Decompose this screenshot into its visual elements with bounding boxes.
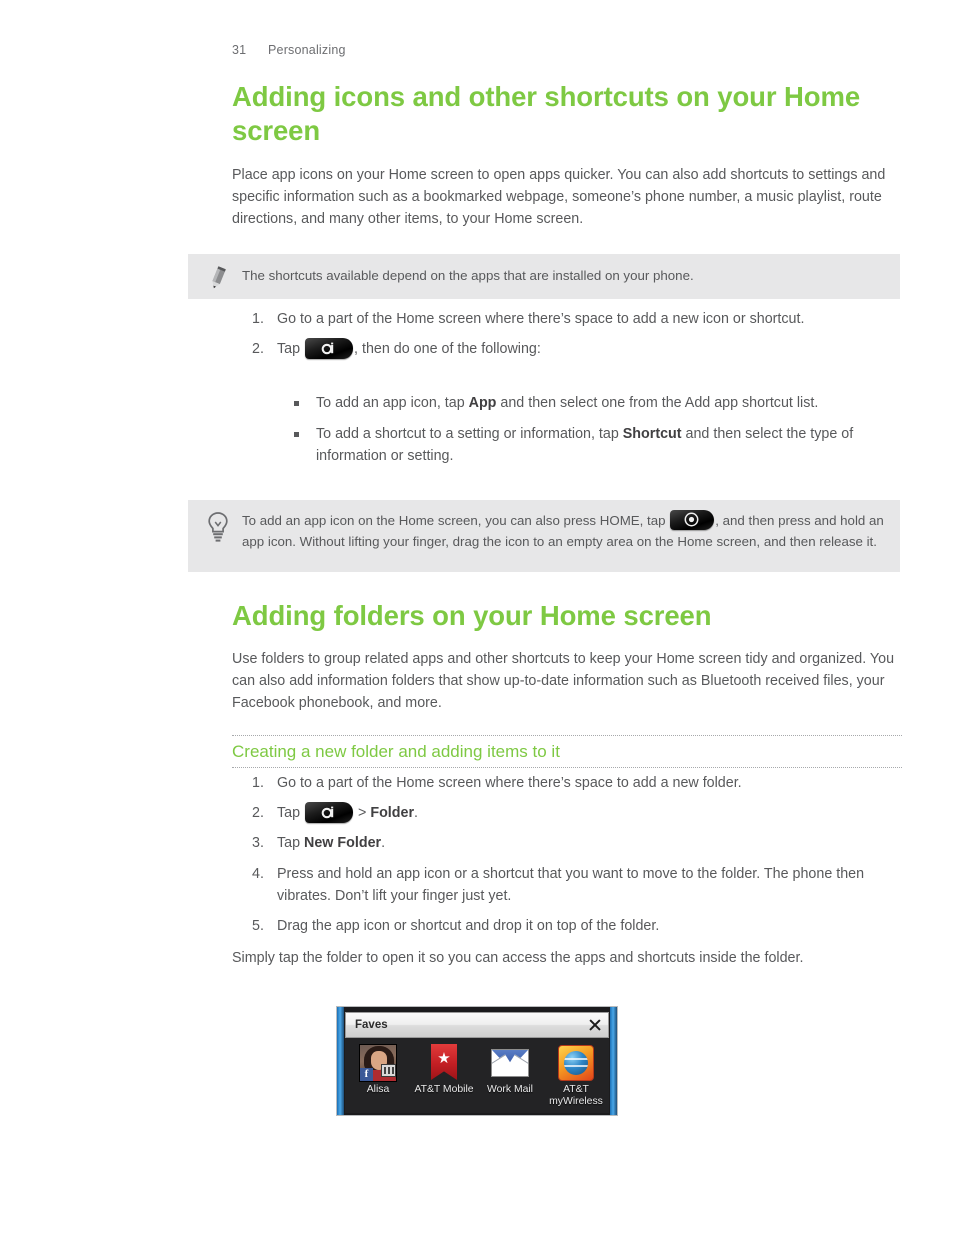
personalize-key-icon <box>305 802 354 824</box>
step-number: 5. <box>252 918 264 935</box>
bookmark-star-icon: ★ <box>425 1044 463 1082</box>
step-text: Go to a part of the Home screen where th… <box>277 775 742 791</box>
envelope-icon <box>491 1044 529 1082</box>
step-item: 5. Drag the app icon or shortcut and dro… <box>248 915 903 937</box>
step-text: Tap , then do one of the following: <box>277 338 903 360</box>
screen-edge-right <box>610 1007 617 1115</box>
step-text-prefix: Tap <box>277 341 301 358</box>
lightbulb-icon <box>200 510 236 543</box>
bullet-item: To add an app icon, tap App and then sel… <box>294 392 902 414</box>
bullet-text: To add an app icon, tap App and then sel… <box>316 392 902 414</box>
subsection-title: Creating a new folder and adding items t… <box>232 735 902 768</box>
folder-app-label: AT&T Mobile <box>414 1084 474 1095</box>
step-number: 2. <box>252 341 264 358</box>
att-globe-icon <box>557 1044 595 1082</box>
step-item: 4. Press and hold an app icon or a short… <box>248 863 903 907</box>
running-header: 31 Personalizing <box>232 43 346 57</box>
section2-closing-paragraph: Simply tap the folder to open it so you … <box>232 950 804 966</box>
bullet-text: To add a shortcut to a setting or inform… <box>316 423 902 467</box>
section1-sub-bullets: To add an app icon, tap App and then sel… <box>294 392 902 477</box>
bullet-prefix: To add a shortcut to a setting or inform… <box>316 426 623 443</box>
all-apps-key-icon <box>670 510 715 530</box>
step-number: 4. <box>252 865 264 882</box>
bullet-bold-term: Shortcut <box>622 426 682 443</box>
step-text-suffix: . <box>381 835 386 852</box>
folder-app-label: Alisa <box>366 1084 390 1095</box>
step-number: 1. <box>252 775 264 791</box>
step-bold-term: New Folder <box>304 835 382 852</box>
step-text: Tap > Folder. <box>277 802 903 824</box>
note-text: The shortcuts available depend on the ap… <box>242 268 694 283</box>
section2-title: Adding folders on your Home screen <box>232 600 712 631</box>
folder-app-label: AT&T myWireless <box>549 1084 603 1107</box>
step-number: 2. <box>252 805 264 822</box>
folder-app-label: Work Mail <box>487 1084 533 1095</box>
step-item: 1. Go to a part of the Home screen where… <box>248 772 903 794</box>
step-item: 3. Tap New Folder. <box>248 832 903 854</box>
bullet-suffix: and then select one from the Add app sho… <box>496 395 819 411</box>
folder-app-item[interactable]: ★ AT&T Mobile <box>412 1044 476 1096</box>
phone-screenshot-figure: Faves 7 f Alisa ★ AT&T Mobile <box>336 1006 618 1116</box>
section2-intro-paragraph: Use folders to group related apps and ot… <box>232 651 895 712</box>
chapter-name: Personalizing <box>268 43 346 57</box>
bullet-item: To add a shortcut to a setting or inform… <box>294 423 902 467</box>
step-item: 2. Tap > Folder. <box>248 802 903 824</box>
step-text: Drag the app icon or shortcut and drop i… <box>277 918 660 935</box>
step-text-suffix: . <box>414 805 419 822</box>
page-title: Adding icons and other shortcuts on your… <box>232 81 861 146</box>
step-text-suffix: , then do one of the following: <box>354 341 541 358</box>
folder-app-item[interactable]: f Alisa <box>346 1044 410 1096</box>
tip-text-before: To add an app icon on the Home screen, y… <box>242 513 666 528</box>
folder-title-bar: Faves <box>345 1012 609 1038</box>
section1-steps: 1. Go to a part of the Home screen where… <box>248 308 903 368</box>
section2-steps: 1. Go to a part of the Home screen where… <box>248 772 903 945</box>
page-number: 31 <box>232 43 247 57</box>
step-text: Tap New Folder. <box>277 832 903 854</box>
step-number: 1. <box>252 311 264 327</box>
tip-callout: To add an app icon on the Home screen, y… <box>188 500 900 572</box>
square-bullet-icon <box>294 392 316 414</box>
contact-photo-icon: f <box>359 1044 397 1082</box>
screen-edge-left <box>337 1007 344 1115</box>
step-text: Go to a part of the Home screen where th… <box>277 311 805 327</box>
note-callout: The shortcuts available depend on the ap… <box>188 254 900 299</box>
folder-contents: 7 f Alisa ★ AT&T Mobile <box>345 1038 609 1113</box>
document-page: 31 Personalizing Adding icons and other … <box>0 0 954 1235</box>
step-item: 1. Go to a part of the Home screen where… <box>248 308 903 330</box>
section1-intro-paragraph: Place app icons on your Home screen to o… <box>232 167 886 228</box>
tip-text: To add an app icon on the Home screen, y… <box>236 510 888 552</box>
step-item: 2. Tap , then do one of the following: <box>248 338 903 360</box>
bullet-prefix: To add an app icon, tap <box>316 395 469 411</box>
step-number: 3. <box>252 835 264 852</box>
step-text-prefix: Tap <box>277 805 301 822</box>
pencil-icon <box>200 265 236 290</box>
close-icon[interactable] <box>588 1018 602 1032</box>
personalize-key-icon <box>305 338 354 360</box>
folder-app-item[interactable]: AT&T myWireless <box>544 1044 608 1108</box>
folder-name: Faves <box>355 1019 388 1031</box>
step-text: Press and hold an app icon or a shortcut… <box>277 865 865 904</box>
folder-app-item[interactable]: Work Mail <box>478 1044 542 1096</box>
step-bold-term: Folder <box>370 805 415 822</box>
step-text-middle: > <box>354 805 371 822</box>
square-bullet-icon <box>294 423 316 467</box>
step-text-prefix: Tap <box>277 835 305 852</box>
bullet-bold-term: App <box>468 395 497 411</box>
